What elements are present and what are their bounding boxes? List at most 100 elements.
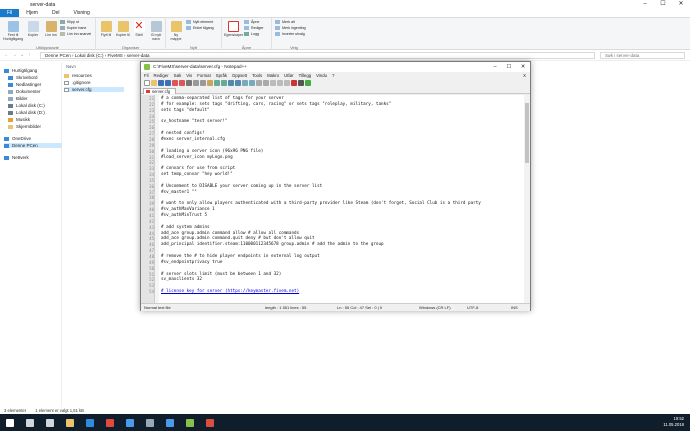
- column-header-name[interactable]: Navn: [66, 64, 76, 69]
- new-file-icon[interactable]: [144, 80, 150, 86]
- redo-icon[interactable]: [221, 80, 227, 86]
- copy-to-button[interactable]: Kopier til: [115, 21, 131, 37]
- menu-window[interactable]: Vindu: [316, 72, 327, 79]
- search-input[interactable]: Søk i server-data: [600, 52, 685, 59]
- tab-file[interactable]: Fil: [0, 9, 20, 17]
- menu-file[interactable]: Fil: [144, 72, 149, 79]
- nav-item-downloads[interactable]: Nedlastinger: [8, 82, 41, 87]
- nav-item-pictures[interactable]: Bilder: [8, 96, 28, 101]
- menu-plugins[interactable]: Tillegg: [299, 72, 312, 79]
- new-item-button[interactable]: Nytt element: [186, 20, 213, 24]
- menu-close-doc[interactable]: X: [523, 72, 526, 79]
- taskbar-button[interactable]: [180, 414, 200, 431]
- cut-icon[interactable]: [193, 80, 199, 86]
- npp-maximize-button[interactable]: ☐: [502, 62, 516, 72]
- list-item[interactable]: .gitignore: [64, 80, 91, 85]
- tab-view[interactable]: Visning: [66, 9, 96, 17]
- close-button[interactable]: ✕: [672, 0, 690, 9]
- move-to-button[interactable]: Flytt til: [98, 21, 114, 37]
- replace-icon[interactable]: [235, 80, 241, 86]
- nav-item-desktop[interactable]: Skrivebord: [8, 75, 38, 80]
- easy-access-button[interactable]: Enkel tilgang: [186, 26, 214, 30]
- copy-icon[interactable]: [200, 80, 206, 86]
- recent-chevron-icon[interactable]: ⌄: [20, 52, 24, 58]
- taskbar-button[interactable]: [80, 414, 100, 431]
- open-button[interactable]: Åpne: [244, 20, 259, 24]
- scrollbar-thumb[interactable]: [525, 103, 529, 163]
- taskbar-button[interactable]: [200, 414, 220, 431]
- nav-item-music[interactable]: Musikk: [8, 117, 30, 122]
- taskbar-button[interactable]: [160, 414, 180, 431]
- nav-item-network[interactable]: Nettverk: [4, 155, 29, 160]
- tab-server-cfg[interactable]: server.cfg: [143, 88, 177, 94]
- menu-format[interactable]: Format: [197, 72, 211, 79]
- maximize-button[interactable]: ☐: [654, 0, 672, 9]
- pin-button[interactable]: Fest til Hurtigtilgang: [3, 21, 23, 41]
- paste-shortcut-button[interactable]: Lim inn snarvei: [60, 32, 91, 36]
- rename-button[interactable]: Gi nytt navn: [147, 21, 165, 41]
- sync-h-icon[interactable]: [263, 80, 269, 86]
- list-item[interactable]: server.cfg: [64, 87, 124, 92]
- menu-view[interactable]: Vis: [186, 72, 192, 79]
- open-file-icon[interactable]: [151, 80, 157, 86]
- print-icon[interactable]: [186, 80, 192, 86]
- nav-item-screenshots[interactable]: Skjermbilder: [8, 124, 41, 129]
- vertical-scrollbar[interactable]: [524, 95, 530, 303]
- taskbar-button[interactable]: [140, 414, 160, 431]
- new-folder-button[interactable]: Ny mappe: [168, 21, 184, 41]
- taskbar-button[interactable]: [60, 414, 80, 431]
- taskbar-button[interactable]: [20, 414, 40, 431]
- taskbar-button[interactable]: [100, 414, 120, 431]
- nav-item-drive-c[interactable]: Lokal disk (C:): [8, 103, 45, 108]
- npp-close-button[interactable]: ✕: [516, 62, 530, 72]
- undo-icon[interactable]: [214, 80, 220, 86]
- paste-icon[interactable]: [207, 80, 213, 86]
- menu-search[interactable]: Søk: [174, 72, 182, 79]
- nav-item-drive-d[interactable]: Lokal disk (D:): [8, 110, 45, 115]
- zoom-in-icon[interactable]: [242, 80, 248, 86]
- zoom-out-icon[interactable]: [249, 80, 255, 86]
- close-file-icon[interactable]: [172, 80, 178, 86]
- wrap-icon[interactable]: [270, 80, 276, 86]
- menu-help[interactable]: ?: [332, 72, 334, 79]
- indent-guide-icon[interactable]: [284, 80, 290, 86]
- code-editor[interactable]: 21 22 23 24 25 26 27 28 29 30 31 32 33 34 35 36 37 38 39 40…: [141, 95, 530, 303]
- nav-item-quick-access[interactable]: Hurtigtilgang: [4, 68, 37, 73]
- stop-macro-icon[interactable]: [298, 80, 304, 86]
- menu-run[interactable]: Utfør: [284, 72, 294, 79]
- nav-item-documents[interactable]: Dokumenter: [8, 89, 41, 94]
- tab-share[interactable]: Del: [45, 9, 67, 17]
- edit-button[interactable]: Rediger: [244, 26, 264, 30]
- paste-button[interactable]: Lim inn: [43, 21, 59, 37]
- up-arrow-icon[interactable]: ↑: [28, 52, 31, 58]
- menu-macro[interactable]: Makro: [267, 72, 279, 79]
- save-all-icon[interactable]: [165, 80, 171, 86]
- select-none-button[interactable]: Merk ingenting: [275, 26, 306, 30]
- nav-item-onedrive[interactable]: OneDrive: [4, 136, 31, 141]
- record-macro-icon[interactable]: [291, 80, 297, 86]
- address-bar[interactable]: Denne PCen › Lokal disk (C:) › FiveMS › …: [40, 52, 595, 59]
- close-all-icon[interactable]: [179, 80, 185, 86]
- properties-button[interactable]: Egenskaper: [224, 21, 243, 37]
- npp-minimize-button[interactable]: –: [488, 62, 502, 72]
- menu-tools[interactable]: Tools: [252, 72, 262, 79]
- list-item[interactable]: resources: [64, 73, 92, 78]
- history-button[interactable]: Logg: [244, 32, 259, 36]
- show-all-icon[interactable]: [277, 80, 283, 86]
- forward-arrow-icon[interactable]: →: [12, 52, 17, 58]
- taskbar-button[interactable]: [0, 414, 20, 431]
- minimize-button[interactable]: –: [636, 0, 654, 9]
- back-arrow-icon[interactable]: ←: [4, 52, 9, 58]
- menu-settings[interactable]: Oppsett: [232, 72, 247, 79]
- save-icon[interactable]: [158, 80, 164, 86]
- play-macro-icon[interactable]: [305, 80, 311, 86]
- tab-home[interactable]: Hjem: [19, 9, 45, 17]
- copy-path-button[interactable]: Kopier bane: [60, 26, 86, 30]
- nav-item-this-pc[interactable]: Denne PCen: [4, 143, 62, 148]
- invert-selection-button[interactable]: Inverter utvalg: [275, 32, 305, 36]
- taskbar-button[interactable]: [40, 414, 60, 431]
- cut-button[interactable]: Klipp ut: [60, 20, 79, 24]
- select-all-button[interactable]: Merk alt: [275, 20, 295, 24]
- delete-button[interactable]: ✕ Slett: [132, 21, 146, 37]
- copy-button[interactable]: Kopier: [25, 21, 41, 37]
